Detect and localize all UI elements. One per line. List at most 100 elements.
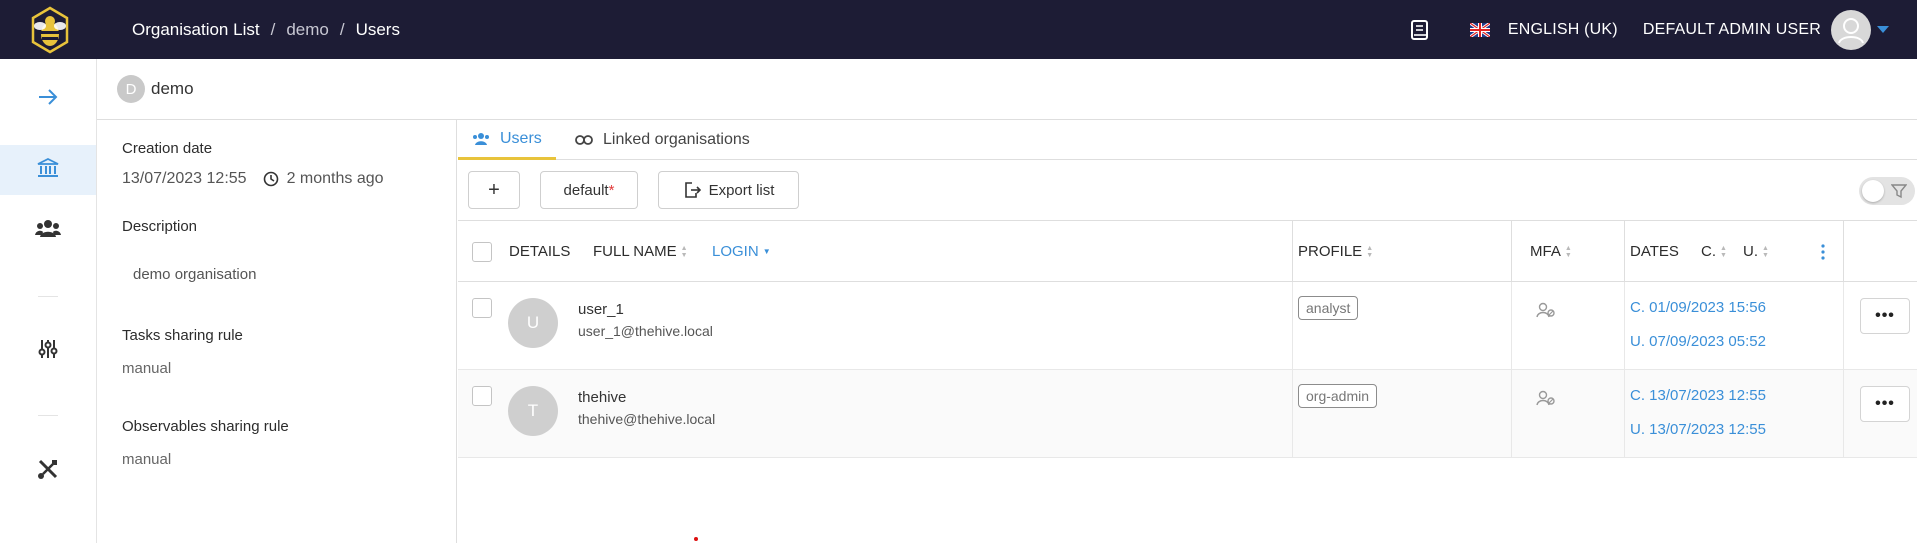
cursor-dot	[694, 537, 698, 541]
sidebar-expand[interactable]	[0, 74, 96, 124]
more-horizontal-icon: •••	[1875, 395, 1895, 412]
mfa-disabled-icon	[1536, 302, 1556, 323]
row-actions-button[interactable]: •••	[1860, 386, 1910, 422]
sort-icon: ▲ ▼	[680, 244, 688, 259]
user-avatar[interactable]	[1831, 9, 1871, 50]
export-list-button[interactable]: Export list	[658, 171, 799, 209]
column-divider	[1292, 370, 1293, 458]
sidebar-divider	[38, 415, 58, 416]
row-checkbox[interactable]	[472, 386, 492, 406]
top-bar: Organisation List / demo / Users ENGLISH…	[0, 0, 1917, 59]
created-date[interactable]: C. 01/09/2023 15:56	[1630, 299, 1766, 316]
more-horizontal-icon: •••	[1875, 307, 1895, 324]
sliders-icon	[38, 338, 58, 365]
column-full-name[interactable]: FULL NAME ▲ ▼	[593, 221, 688, 282]
column-dates: DATES	[1630, 243, 1679, 260]
export-icon	[683, 181, 701, 199]
sidebar-item-tools[interactable]	[0, 446, 96, 496]
table-header: DETAILS FULL NAME ▲ ▼ LOGIN ▼ PROFILE ▲ ▼ …	[458, 221, 1917, 282]
language-selector[interactable]: ENGLISH (UK)	[1508, 21, 1618, 39]
sidebar-item-users[interactable]	[0, 205, 96, 255]
description-value: demo organisation	[133, 266, 257, 283]
filter-preset-button[interactable]: default *	[540, 171, 638, 209]
column-login[interactable]: LOGIN ▼	[712, 221, 771, 282]
tasks-sharing-rule-label: Tasks sharing rule	[122, 327, 243, 344]
row-checkbox-cell	[472, 386, 492, 406]
table-toolbar: + default * Export list	[458, 160, 1917, 221]
user-login: thehive@thehive.local	[578, 411, 716, 427]
observables-sharing-rule-value: manual	[122, 451, 172, 468]
arrow-right-icon	[37, 88, 59, 111]
table-row[interactable]: U user_1 user_1@thehive.local analyst C.…	[458, 282, 1917, 370]
add-user-button[interactable]: +	[468, 171, 520, 209]
column-divider	[1843, 370, 1844, 458]
breadcrumb-users: Users	[355, 19, 400, 39]
organisation-header: D demo	[97, 59, 1917, 120]
column-divider	[1843, 221, 1844, 282]
breadcrumb-organisation-list[interactable]: Organisation List	[132, 20, 260, 40]
sidebar-item-settings[interactable]	[0, 326, 96, 376]
sidebar-item-organisation[interactable]	[0, 145, 96, 195]
tab-linked-organisations[interactable]: Linked organisations	[575, 120, 750, 160]
column-divider	[1511, 370, 1512, 458]
creation-date-row: 13/07/2023 12:55 2 months ago	[122, 170, 384, 188]
sort-icon: ▲ ▼	[1564, 244, 1572, 259]
user-full-name[interactable]: thehive	[578, 389, 626, 406]
mfa-disabled-icon	[1536, 390, 1556, 411]
toggle-knob	[1862, 180, 1884, 202]
left-sidebar	[0, 59, 97, 543]
tab-bar: Users Linked organisations	[458, 120, 1917, 160]
updated-date[interactable]: U. 13/07/2023 12:55	[1630, 421, 1766, 438]
column-profile[interactable]: PROFILE ▲ ▼	[1298, 221, 1373, 282]
row-checkbox[interactable]	[472, 298, 492, 318]
user-full-name[interactable]: user_1	[578, 301, 624, 318]
user-login: user_1@thehive.local	[578, 323, 713, 339]
column-login-label: LOGIN	[712, 243, 759, 260]
column-divider	[1843, 282, 1844, 370]
tasks-sharing-rule-value: manual	[122, 360, 172, 377]
creation-date-value: 13/07/2023 12:55	[122, 170, 247, 187]
link-icon	[575, 134, 593, 146]
breadcrumb-demo[interactable]: demo	[286, 20, 329, 40]
column-divider	[1292, 221, 1293, 282]
profile-badge: analyst	[1298, 296, 1359, 320]
row-actions-button[interactable]: •••	[1860, 298, 1910, 334]
column-full-name-label: FULL NAME	[593, 243, 677, 260]
organisation-name: demo	[151, 79, 194, 98]
select-all-checkbox-cell	[472, 221, 492, 282]
column-mfa[interactable]: MFA ▲ ▼	[1530, 221, 1572, 282]
tools-icon	[37, 458, 59, 485]
users-icon	[35, 218, 61, 243]
breadcrumb: Organisation List / demo / Users	[132, 20, 400, 40]
column-mfa-label: MFA	[1530, 243, 1561, 260]
filter-icon	[1891, 183, 1907, 199]
user-name[interactable]: DEFAULT ADMIN USER	[1643, 21, 1821, 39]
created-date[interactable]: C. 13/07/2023 12:55	[1630, 387, 1766, 404]
column-created[interactable]: C. ▲ ▼	[1701, 221, 1727, 282]
column-options-icon[interactable]	[1821, 221, 1825, 282]
table-row[interactable]: T thehive thehive@thehive.local org-admi…	[458, 370, 1917, 458]
column-divider	[1292, 282, 1293, 370]
updated-date[interactable]: U. 07/09/2023 05:52	[1630, 333, 1766, 350]
chevron-down-icon[interactable]	[1877, 25, 1889, 34]
column-updated-label: U.	[1743, 243, 1758, 260]
sort-icon: ▲ ▼	[1366, 244, 1374, 259]
book-icon[interactable]	[1410, 19, 1430, 41]
filter-toggle[interactable]	[1859, 177, 1915, 205]
sidebar-divider	[38, 296, 58, 297]
select-all-checkbox[interactable]	[472, 241, 492, 262]
column-divider	[1624, 282, 1625, 370]
clock-icon	[263, 171, 279, 187]
description-label: Description	[122, 218, 198, 235]
creation-date-label: Creation date	[122, 140, 213, 157]
users-icon	[472, 132, 490, 146]
uk-flag-icon[interactable]	[1469, 22, 1490, 37]
column-updated[interactable]: U. ▲ ▼	[1743, 221, 1769, 282]
column-divider	[1511, 221, 1512, 282]
column-divider	[1624, 221, 1625, 282]
organisation-details-panel: Creation date 13/07/2023 12:55 2 months …	[97, 120, 457, 543]
thehive-logo[interactable]	[0, 0, 100, 59]
tab-users[interactable]: Users	[458, 120, 556, 160]
observables-sharing-rule-label: Observables sharing rule	[122, 418, 289, 435]
breadcrumb-separator: /	[270, 19, 276, 39]
